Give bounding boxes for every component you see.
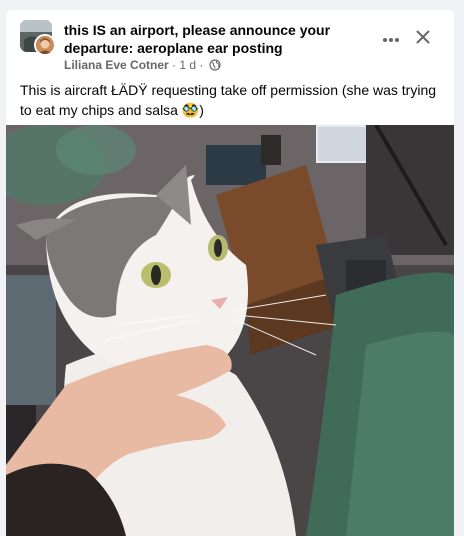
group-avatar[interactable] xyxy=(20,20,56,56)
post-card: this IS an airport, please announce your… xyxy=(6,10,454,536)
more-options-icon xyxy=(382,30,400,48)
post-meta: Liliana Eve Cotner · 1 d · xyxy=(64,58,221,74)
post-timestamp[interactable]: 1 d xyxy=(179,58,196,72)
close-button[interactable] xyxy=(408,24,438,54)
author-name-link[interactable]: Liliana Eve Cotner xyxy=(64,58,169,72)
post-header: this IS an airport, please announce your… xyxy=(6,10,454,72)
cat-photo-illustration xyxy=(6,125,454,536)
meta-separator: · xyxy=(168,58,180,72)
more-options-button[interactable] xyxy=(376,24,406,54)
close-icon xyxy=(416,30,430,49)
globe-icon xyxy=(209,59,221,74)
post-text: This is aircraft ŁÄDŸ requesting take of… xyxy=(20,82,437,118)
user-avatar[interactable] xyxy=(34,34,56,56)
meta-separator-2: · xyxy=(196,58,207,72)
post-photo[interactable] xyxy=(6,125,454,536)
group-name-link[interactable]: this IS an airport, please announce your… xyxy=(64,21,374,57)
